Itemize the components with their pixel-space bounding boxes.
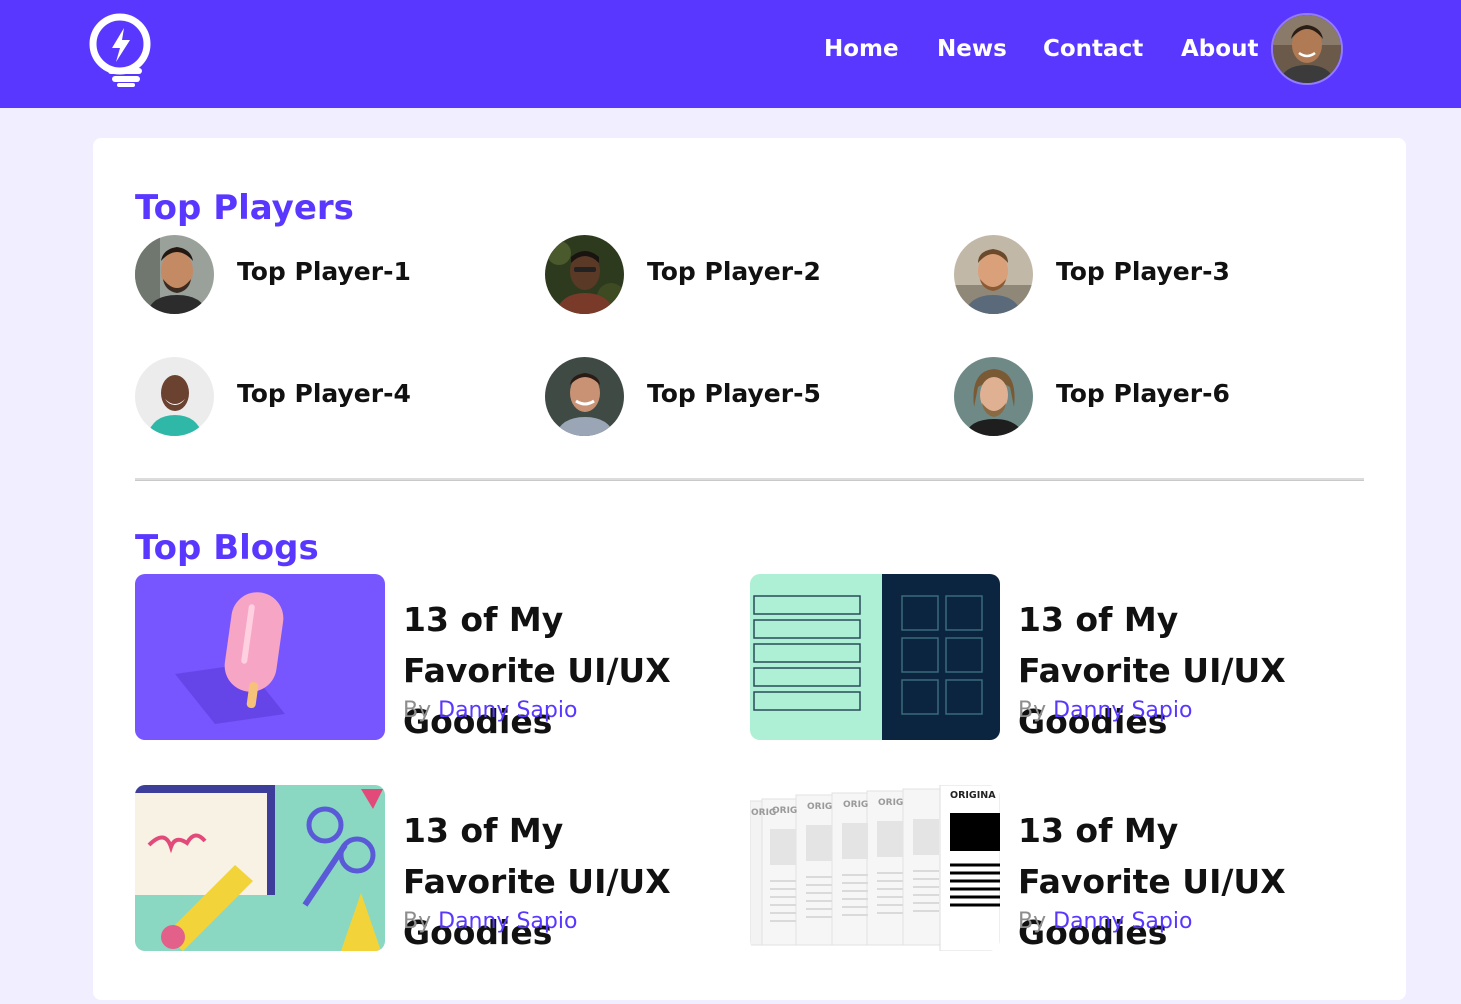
nav-home[interactable]: Home bbox=[824, 36, 899, 62]
player-item[interactable]: Top Player-4 bbox=[135, 357, 515, 437]
blog-card[interactable]: ORIG ORIG ORIG ORIG ORIG ORIGINA 13 of M… bbox=[750, 785, 1350, 952]
main-nav: Home News Contact About bbox=[0, 36, 1461, 68]
blog-title: 13 of My Favorite UI/UX Goodies bbox=[1018, 600, 1286, 741]
player-name: Top Player-5 bbox=[647, 379, 821, 408]
blog-title: 13 of My Favorite UI/UX Goodies bbox=[403, 811, 671, 952]
blog-card[interactable]: 13 of My Favorite UI/UX Goodies By Danny… bbox=[135, 574, 735, 741]
nav-news[interactable]: News bbox=[937, 36, 1007, 62]
byline-prefix: By bbox=[403, 909, 432, 934]
player-name: Top Player-4 bbox=[237, 379, 411, 408]
player-avatar bbox=[545, 357, 624, 436]
user-avatar[interactable] bbox=[1271, 13, 1343, 85]
thumbnail-text: ORIG bbox=[772, 806, 797, 816]
player-item[interactable]: Top Player-5 bbox=[545, 357, 925, 437]
player-name: Top Player-1 bbox=[237, 257, 411, 286]
player-name: Top Player-3 bbox=[1056, 257, 1230, 286]
player-name: Top Player-2 bbox=[647, 257, 821, 286]
avatar-image bbox=[1273, 15, 1341, 83]
player-avatar bbox=[135, 357, 214, 436]
blog-author-link[interactable]: Danny Sapio bbox=[1053, 909, 1192, 934]
blog-byline: By Danny Sapio bbox=[403, 698, 577, 723]
blog-byline: By Danny Sapio bbox=[1018, 909, 1192, 934]
blog-author-link[interactable]: Danny Sapio bbox=[1053, 698, 1192, 723]
player-item[interactable]: Top Player-6 bbox=[954, 357, 1334, 437]
player-item[interactable]: Top Player-3 bbox=[954, 235, 1334, 315]
player-avatar bbox=[954, 357, 1033, 436]
blog-author-link[interactable]: Danny Sapio bbox=[438, 909, 577, 934]
blog-thumbnail: ORIG ORIG ORIG ORIG ORIG ORIGINA bbox=[750, 785, 1000, 951]
blog-title: 13 of My Favorite UI/UX Goodies bbox=[1018, 811, 1286, 952]
top-players-title: Top Players bbox=[135, 188, 354, 228]
nav-about[interactable]: About bbox=[1181, 36, 1258, 62]
byline-prefix: By bbox=[403, 698, 432, 723]
blog-thumbnail bbox=[135, 785, 385, 951]
section-divider bbox=[135, 478, 1364, 481]
blog-byline: By Danny Sapio bbox=[1018, 698, 1192, 723]
content-card: Top Players Top Player-1 Top Player-2 To… bbox=[93, 138, 1406, 1000]
byline-prefix: By bbox=[1018, 698, 1047, 723]
blog-thumbnail bbox=[135, 574, 385, 740]
player-avatar bbox=[954, 235, 1033, 314]
byline-prefix: By bbox=[1018, 909, 1047, 934]
blog-byline: By Danny Sapio bbox=[403, 909, 577, 934]
blog-thumbnail bbox=[750, 574, 1000, 740]
thumbnail-text: ORIG bbox=[878, 798, 903, 808]
navbar: Home News Contact About bbox=[0, 0, 1461, 108]
thumbnail-text: ORIGINA bbox=[950, 790, 996, 801]
nav-contact[interactable]: Contact bbox=[1043, 36, 1143, 62]
thumbnail-text: ORIG bbox=[843, 800, 868, 810]
blog-title: 13 of My Favorite UI/UX Goodies bbox=[403, 600, 671, 741]
player-name: Top Player-6 bbox=[1056, 379, 1230, 408]
blog-author-link[interactable]: Danny Sapio bbox=[438, 698, 577, 723]
player-item[interactable]: Top Player-2 bbox=[545, 235, 925, 315]
player-item[interactable]: Top Player-1 bbox=[135, 235, 515, 315]
top-blogs-title: Top Blogs bbox=[135, 528, 319, 568]
player-avatar bbox=[545, 235, 624, 314]
thumbnail-text: ORIG bbox=[807, 802, 832, 812]
player-avatar bbox=[135, 235, 214, 314]
blog-card[interactable]: 13 of My Favorite UI/UX Goodies By Danny… bbox=[135, 785, 735, 952]
blog-card[interactable]: 13 of My Favorite UI/UX Goodies By Danny… bbox=[750, 574, 1350, 741]
